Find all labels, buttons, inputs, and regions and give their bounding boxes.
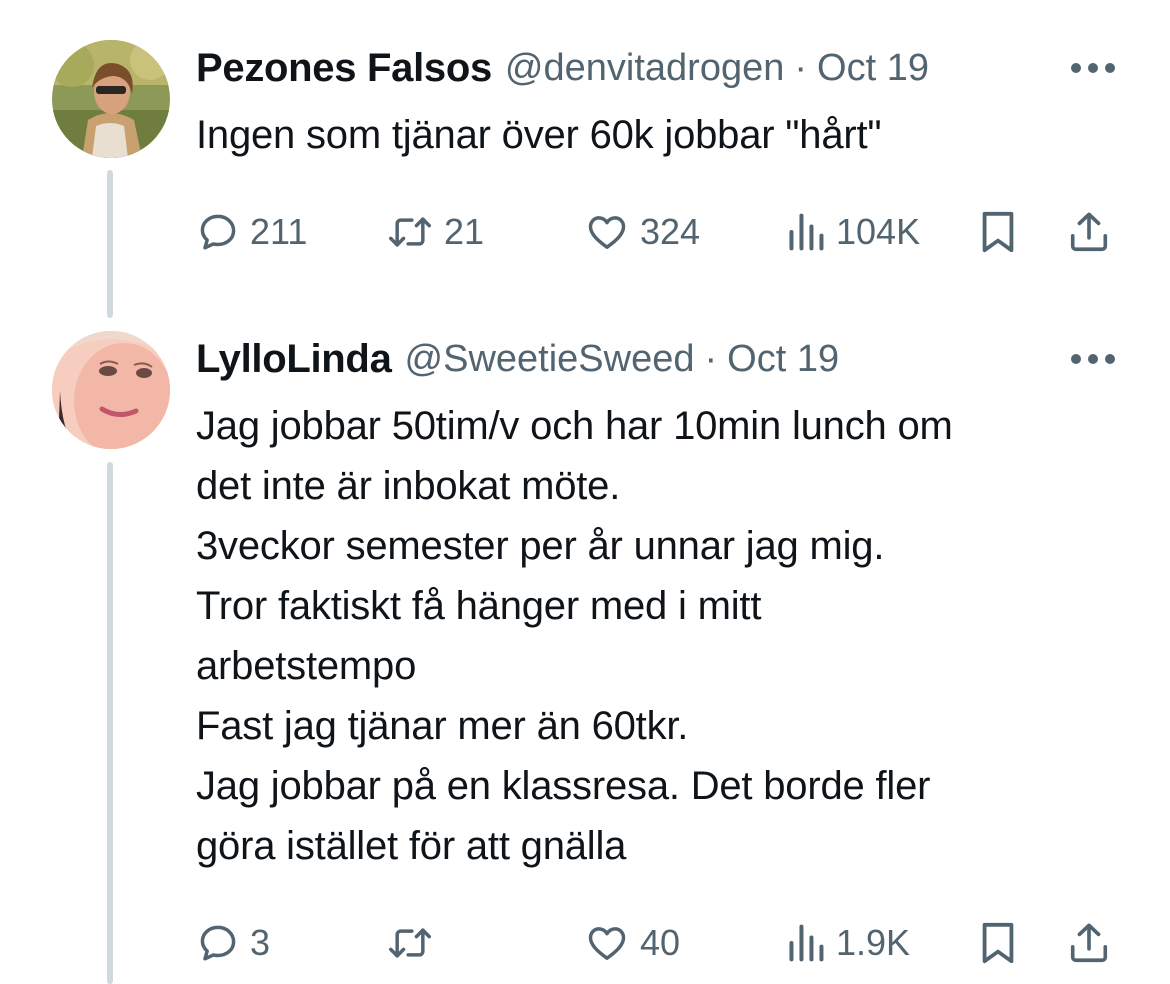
reply-button[interactable]: 211 xyxy=(196,202,307,262)
like-count: 40 xyxy=(640,922,681,963)
bookmark-button[interactable] xyxy=(978,202,1018,262)
tweet-text-line: göra istället för att gnälla xyxy=(196,824,627,868)
tweet-text-line: Jag jobbar 50tim/v och har 10min lunch o… xyxy=(196,404,953,448)
reply-bubble-icon xyxy=(200,214,236,250)
more-options-button[interactable] xyxy=(1071,329,1115,389)
more-horizontal-icon xyxy=(1071,63,1081,73)
separator-dot: · xyxy=(794,46,808,89)
tweet-text-line: arbetstempo xyxy=(196,644,417,688)
share-button[interactable] xyxy=(1066,202,1112,262)
tweet-text: Jag jobbar 50tim/v och har 10min lunch o… xyxy=(196,396,1116,876)
bar-chart-icon xyxy=(789,924,824,962)
heart-icon xyxy=(588,927,626,960)
user-handle[interactable]: @SweetieSweed xyxy=(405,338,695,381)
tweet-text-line: det inte är inbokat möte. xyxy=(196,464,621,508)
tweet-date[interactable]: Oct 19 xyxy=(817,47,929,90)
like-button[interactable]: 324 xyxy=(584,202,700,262)
reply-button[interactable]: 3 xyxy=(196,913,270,973)
more-horizontal-icon xyxy=(1105,63,1115,73)
bookmark-icon xyxy=(982,211,1014,253)
avatar[interactable] xyxy=(52,331,170,449)
tweet-date[interactable]: Oct 19 xyxy=(727,338,839,381)
views-count: 104K xyxy=(836,211,921,252)
bookmark-button[interactable] xyxy=(978,913,1018,973)
reply-count: 3 xyxy=(250,922,271,963)
tweet-actions: 211 21 324 104K xyxy=(196,202,1170,262)
bar-chart-icon xyxy=(789,213,824,251)
avatar[interactable] xyxy=(52,40,170,158)
tweet-text-line: Jag jobbar på en klassresa. Det borde fl… xyxy=(196,764,931,808)
tweet-header: Pezones Falsos @denvitadrogen · Oct 19 xyxy=(196,38,1115,98)
retweet-arrows-icon xyxy=(389,928,431,958)
more-options-button[interactable] xyxy=(1071,38,1115,98)
display-name[interactable]: Pezones Falsos xyxy=(196,46,492,91)
share-upload-icon xyxy=(1070,212,1108,252)
more-horizontal-icon xyxy=(1088,354,1098,364)
heart-icon xyxy=(588,216,626,249)
tweet-text-line: Fast jag tjänar mer än 60tkr. xyxy=(196,704,689,748)
user-handle[interactable]: @denvitadrogen xyxy=(505,47,784,90)
retweet-arrows-icon xyxy=(389,217,431,247)
reply-count: 211 xyxy=(250,211,308,252)
tweet-text: Ingen som tjänar över 60k jobbar "hårt" xyxy=(196,105,1116,165)
thread-connector-line xyxy=(107,462,113,984)
more-horizontal-icon xyxy=(1088,63,1098,73)
bookmark-icon xyxy=(982,922,1014,964)
tweet-text-line: Tror faktiskt få hänger med i mitt xyxy=(196,584,762,628)
views-button[interactable]: 104K xyxy=(786,202,920,262)
avatar-photo xyxy=(52,40,170,158)
tweet-actions: 3 40 1.9K xyxy=(196,913,1170,973)
retweet-button[interactable] xyxy=(386,913,444,973)
separator-dot: · xyxy=(704,337,718,380)
tweet-header: LylloLinda @SweetieSweed · Oct 19 xyxy=(196,329,1115,389)
more-horizontal-icon xyxy=(1071,354,1081,364)
avatar-photo xyxy=(52,331,170,449)
more-horizontal-icon xyxy=(1105,354,1115,364)
retweet-button[interactable]: 21 xyxy=(386,202,484,262)
reply-bubble-icon xyxy=(200,925,236,961)
share-button[interactable] xyxy=(1066,913,1112,973)
like-button[interactable]: 40 xyxy=(584,913,680,973)
display-name[interactable]: LylloLinda xyxy=(196,337,392,382)
share-upload-icon xyxy=(1070,923,1108,963)
retweet-count: 21 xyxy=(444,211,485,252)
tweet-text-line: Ingen som tjänar över 60k jobbar "hårt" xyxy=(196,113,882,157)
thread-connector-line xyxy=(107,170,113,318)
tweet-text-line: 3veckor semester per år unnar jag mig. xyxy=(196,524,885,568)
like-count: 324 xyxy=(640,211,701,252)
views-button[interactable]: 1.9K xyxy=(786,913,910,973)
views-count: 1.9K xyxy=(836,922,911,963)
